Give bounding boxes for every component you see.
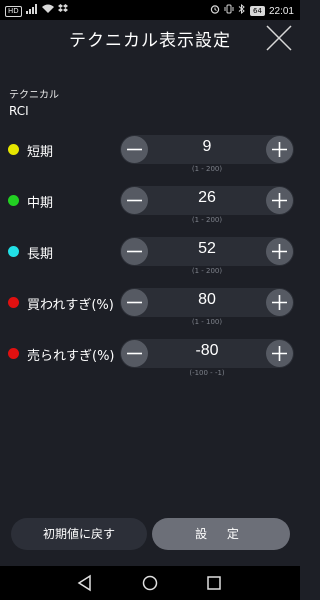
minus-icon (127, 301, 142, 304)
range-hint: (1 - 200) (191, 165, 223, 173)
setting-row-mid: 中期 26 (1 - 200) (0, 186, 300, 224)
long-value-field[interactable]: 52 (150, 240, 264, 258)
range-hint: (-100 - -1) (189, 369, 225, 377)
increment-button[interactable] (266, 238, 293, 265)
setting-row-short: 短期 9 (1 - 200) (0, 135, 300, 173)
plus-icon (272, 295, 287, 310)
increment-button[interactable] (266, 187, 293, 214)
setting-row-overbought: 買われすぎ(%) 80 (1 - 100) (0, 288, 300, 326)
oversold-value-field[interactable]: -80 (150, 342, 264, 360)
decrement-button[interactable] (121, 238, 148, 265)
range-hint: (1 - 200) (191, 267, 223, 275)
plus-icon (272, 142, 287, 157)
color-dot (8, 195, 19, 206)
minus-icon (127, 250, 142, 253)
wifi-icon (41, 4, 54, 18)
hd-icon: HD (5, 5, 22, 17)
setting-row-long: 長期 52 (1 - 200) (0, 237, 300, 275)
range-hint: (1 - 200) (191, 216, 223, 224)
color-dot (8, 348, 19, 359)
reset-defaults-button[interactable]: 初期値に戻す (11, 518, 147, 550)
system-nav-bar (0, 566, 300, 600)
vibrate-icon (224, 4, 234, 18)
minus-icon (127, 199, 142, 202)
long-stepper: 52 (120, 237, 294, 266)
status-right: 64 22:01 (210, 3, 294, 18)
row-label: 中期 (27, 196, 54, 211)
short-value-field[interactable]: 9 (150, 138, 264, 156)
recents-button[interactable] (205, 574, 223, 592)
minus-icon (127, 352, 142, 355)
plus-icon (272, 346, 287, 361)
status-bar: HD 64 22:01 (0, 0, 300, 20)
decrement-button[interactable] (121, 289, 148, 316)
apply-settings-button[interactable]: 設 定 (152, 518, 290, 550)
color-dot (8, 297, 19, 308)
technical-value: RCI (9, 104, 29, 118)
battery-indicator: 64 (250, 6, 265, 16)
mid-stepper: 26 (120, 186, 294, 215)
plus-icon (272, 244, 287, 259)
mid-value-field[interactable]: 26 (150, 189, 264, 207)
decrement-button[interactable] (121, 136, 148, 163)
bluetooth-icon (238, 3, 246, 18)
row-label: 買われすぎ(%) (27, 298, 114, 313)
technical-label: テクニカル (9, 90, 59, 101)
plus-icon (272, 193, 287, 208)
close-icon (266, 25, 292, 51)
recents-square-icon (207, 576, 221, 590)
back-button[interactable] (76, 574, 94, 592)
close-button[interactable] (264, 23, 294, 53)
increment-button[interactable] (266, 289, 293, 316)
range-hint: (1 - 100) (191, 318, 223, 326)
color-dot (8, 246, 19, 257)
header: テクニカル表示設定 (0, 20, 300, 58)
status-left: HD (5, 4, 68, 18)
increment-button[interactable] (266, 136, 293, 163)
decrement-button[interactable] (121, 187, 148, 214)
decrement-button[interactable] (121, 340, 148, 367)
increment-button[interactable] (266, 340, 293, 367)
home-button[interactable] (141, 574, 159, 592)
row-label: 売られすぎ(%) (27, 349, 115, 364)
signal-icon (25, 4, 38, 18)
row-label: 長期 (27, 247, 54, 262)
overbought-stepper: 80 (120, 288, 294, 317)
setting-row-oversold: 売られすぎ(%) -80 (-100 - -1) (0, 339, 300, 377)
minus-icon (127, 148, 142, 151)
home-circle-icon (142, 575, 158, 591)
color-dot (8, 144, 19, 155)
oversold-stepper: -80 (120, 339, 294, 368)
dropbox-icon (57, 4, 68, 18)
status-time: 22:01 (268, 5, 294, 17)
row-label: 短期 (27, 145, 54, 160)
short-stepper: 9 (120, 135, 294, 164)
back-triangle-icon (77, 574, 91, 592)
screen: HD 64 22:01 テクニカル表示設定 テクニカル RCI 短期 9 (1 … (0, 0, 300, 600)
page-title: テクニカル表示設定 (69, 31, 231, 51)
overbought-value-field[interactable]: 80 (150, 291, 264, 309)
alarm-icon (210, 4, 220, 18)
